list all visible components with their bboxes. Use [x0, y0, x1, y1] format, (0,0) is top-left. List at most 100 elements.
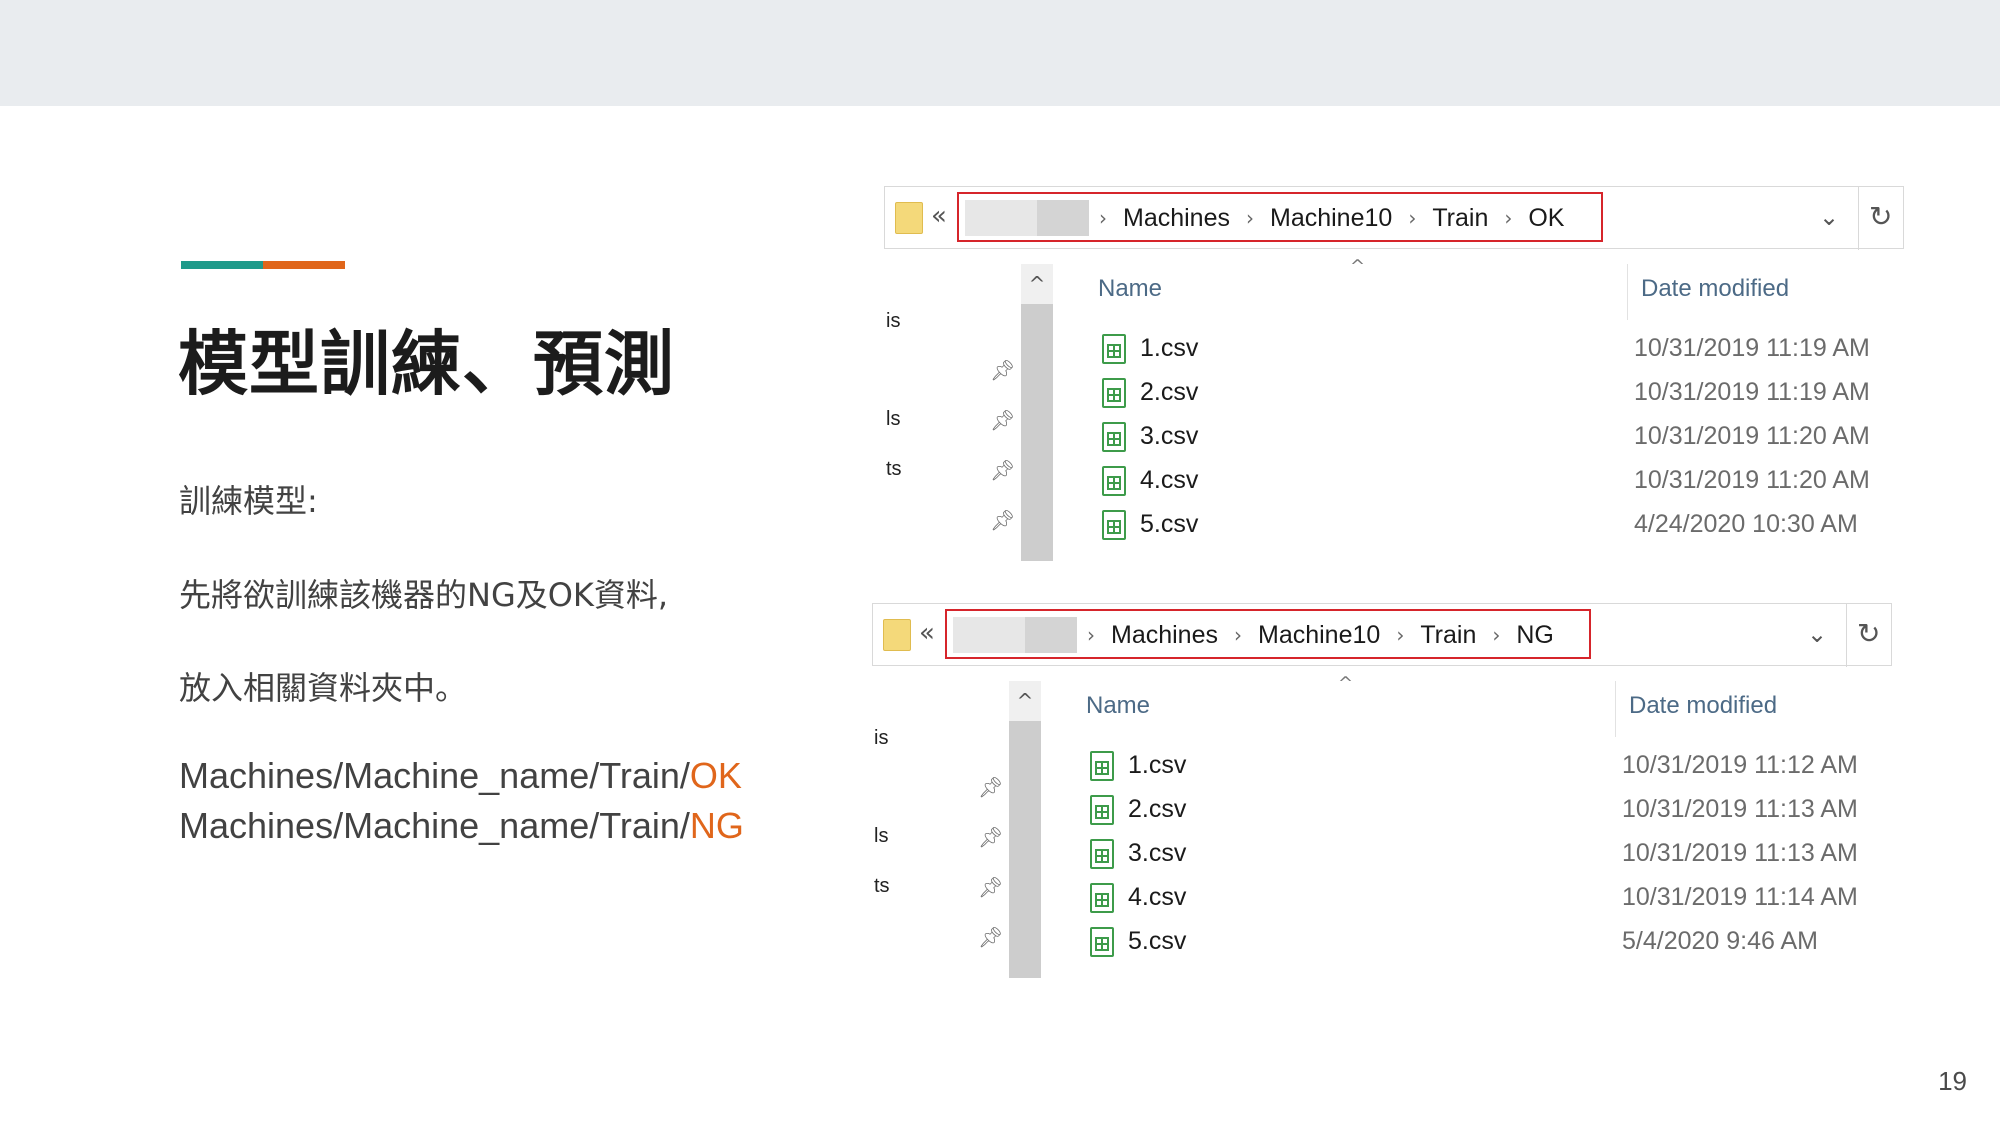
file-date-modified: 10/31/2019 11:13 AM	[1622, 839, 1858, 867]
file-name: 4.csv	[1140, 466, 1199, 494]
file-name: 1.csv	[1128, 751, 1187, 779]
sidebar-label[interactable]: is	[886, 310, 900, 333]
pin-icon[interactable]: 📌︎	[978, 925, 1003, 949]
chevron-down-icon[interactable]: ⌄	[1819, 203, 1839, 231]
column-header-name[interactable]: Name	[1098, 275, 1162, 303]
top-banner	[0, 0, 2000, 106]
explorer-ok-panel: « › Machines › Machine10 › Train › OK ⌄ …	[884, 186, 1924, 586]
sidebar-label[interactable]: ls	[874, 825, 888, 848]
csv-file-icon	[1102, 466, 1126, 496]
sidebar-label[interactable]: ts	[886, 458, 902, 481]
column-header-name[interactable]: Name	[1086, 692, 1150, 720]
file-row[interactable]: 1.csv 10/31/2019 11:19 AM	[1102, 332, 1902, 368]
column-header-date-modified[interactable]: Date modified	[1641, 275, 1789, 303]
slide-title: 模型訓練、預測	[178, 323, 675, 405]
breadcrumb-item[interactable]: Machine10	[1258, 621, 1380, 650]
file-name: 5.csv	[1128, 927, 1187, 955]
pin-icon[interactable]: 📌︎	[990, 458, 1015, 482]
chevron-right-icon: ›	[1234, 623, 1242, 647]
scrollbar[interactable]: ^	[1021, 264, 1053, 561]
file-row[interactable]: 5.csv 4/24/2020 10:30 AM	[1102, 508, 1902, 544]
scroll-up-button[interactable]: ^	[1009, 681, 1041, 721]
pin-icon[interactable]: 📌︎	[978, 875, 1003, 899]
breadcrumb-item[interactable]: Machines	[1111, 621, 1218, 650]
scrollbar[interactable]: ^	[1009, 681, 1041, 978]
file-name: 1.csv	[1140, 334, 1199, 362]
breadcrumb-highlight: › Machines › Machine10 › Train › OK	[957, 192, 1603, 242]
breadcrumb-item[interactable]: Train	[1432, 204, 1488, 233]
column-header-date-modified[interactable]: Date modified	[1629, 692, 1777, 720]
explorer-ng-panel: « › Machines › Machine10 › Train › NG ⌄ …	[872, 603, 1912, 1003]
csv-file-icon	[1102, 422, 1126, 452]
pin-icon[interactable]: 📌︎	[990, 508, 1015, 532]
path-ok: Machines/Machine_name/Train/OK	[179, 755, 742, 797]
sort-ascending-icon: ^	[1338, 673, 1354, 694]
address-bar[interactable]: « › Machines › Machine10 › Train › OK ⌄ …	[884, 186, 1904, 250]
refresh-icon[interactable]: ↻	[1869, 200, 1892, 233]
sidebar-label[interactable]: ts	[874, 875, 890, 898]
csv-file-icon	[1090, 883, 1114, 913]
file-name: 5.csv	[1140, 510, 1199, 538]
pin-icon[interactable]: 📌︎	[978, 825, 1003, 849]
file-date-modified: 10/31/2019 11:14 AM	[1622, 883, 1858, 911]
toolbar-divider	[1858, 187, 1859, 250]
column-divider[interactable]	[1615, 681, 1616, 737]
csv-file-icon	[1090, 795, 1114, 825]
pin-icon[interactable]: 📌︎	[990, 358, 1015, 382]
file-date-modified: 10/31/2019 11:19 AM	[1634, 334, 1870, 362]
redacted-path-block	[953, 617, 1077, 653]
chevron-right-icon: ›	[1504, 206, 1513, 230]
chevron-right-icon: ›	[1396, 623, 1405, 647]
redacted-path-block	[965, 200, 1089, 236]
csv-file-icon	[1090, 751, 1114, 781]
sort-ascending-icon: ^	[1350, 256, 1366, 277]
file-name: 2.csv	[1128, 795, 1187, 823]
csv-file-icon	[1090, 927, 1114, 957]
path-ok-suffix: OK	[689, 755, 742, 796]
breadcrumb: › Machines › Machine10 › Train › OK	[1099, 200, 1564, 236]
address-bar[interactable]: « › Machines › Machine10 › Train › NG ⌄ …	[872, 603, 1892, 667]
file-row[interactable]: 1.csv 10/31/2019 11:12 AM	[1090, 749, 1890, 785]
file-name: 3.csv	[1128, 839, 1187, 867]
file-date-modified: 10/31/2019 11:20 AM	[1634, 422, 1870, 450]
accent-orange	[263, 261, 345, 269]
file-row[interactable]: 3.csv 10/31/2019 11:13 AM	[1090, 837, 1890, 873]
file-date-modified: 10/31/2019 11:19 AM	[1634, 378, 1870, 406]
chevron-down-icon[interactable]: ⌄	[1807, 620, 1827, 648]
breadcrumb-item[interactable]: NG	[1516, 621, 1554, 650]
sidebar-label[interactable]: is	[874, 727, 888, 750]
file-date-modified: 4/24/2020 10:30 AM	[1634, 510, 1858, 538]
file-row[interactable]: 3.csv 10/31/2019 11:20 AM	[1102, 420, 1902, 456]
chevron-double-left-icon[interactable]: «	[919, 618, 935, 648]
file-date-modified: 10/31/2019 11:20 AM	[1634, 466, 1870, 494]
file-name: 2.csv	[1140, 378, 1199, 406]
file-row[interactable]: 2.csv 10/31/2019 11:13 AM	[1090, 793, 1890, 829]
scroll-up-button[interactable]: ^	[1021, 264, 1053, 304]
breadcrumb-item[interactable]: Train	[1420, 621, 1476, 650]
file-row[interactable]: 2.csv 10/31/2019 11:19 AM	[1102, 376, 1902, 412]
toolbar-divider	[1846, 604, 1847, 667]
chevron-right-icon: ›	[1087, 623, 1095, 647]
folder-icon	[895, 202, 923, 234]
breadcrumb-highlight: › Machines › Machine10 › Train › NG	[945, 609, 1591, 659]
file-row[interactable]: 4.csv 10/31/2019 11:14 AM	[1090, 881, 1890, 917]
sidebar-label[interactable]: ls	[886, 408, 900, 431]
csv-file-icon	[1102, 334, 1126, 364]
refresh-icon[interactable]: ↻	[1857, 617, 1880, 650]
file-name: 4.csv	[1128, 883, 1187, 911]
breadcrumb-item[interactable]: Machines	[1123, 204, 1230, 233]
pin-icon[interactable]: 📌︎	[990, 408, 1015, 432]
chevron-double-left-icon[interactable]: «	[931, 201, 947, 231]
chevron-right-icon: ›	[1246, 206, 1254, 230]
column-divider[interactable]	[1627, 264, 1628, 320]
csv-file-icon	[1102, 510, 1126, 540]
pin-icon[interactable]: 📌︎	[978, 775, 1003, 799]
breadcrumb-item[interactable]: OK	[1528, 204, 1564, 233]
csv-file-icon	[1090, 839, 1114, 869]
file-row[interactable]: 5.csv 5/4/2020 9:46 AM	[1090, 925, 1890, 961]
breadcrumb-item[interactable]: Machine10	[1270, 204, 1392, 233]
file-date-modified: 10/31/2019 11:12 AM	[1622, 751, 1858, 779]
title-accent-bar	[181, 261, 345, 269]
chevron-right-icon: ›	[1099, 206, 1107, 230]
file-row[interactable]: 4.csv 10/31/2019 11:20 AM	[1102, 464, 1902, 500]
